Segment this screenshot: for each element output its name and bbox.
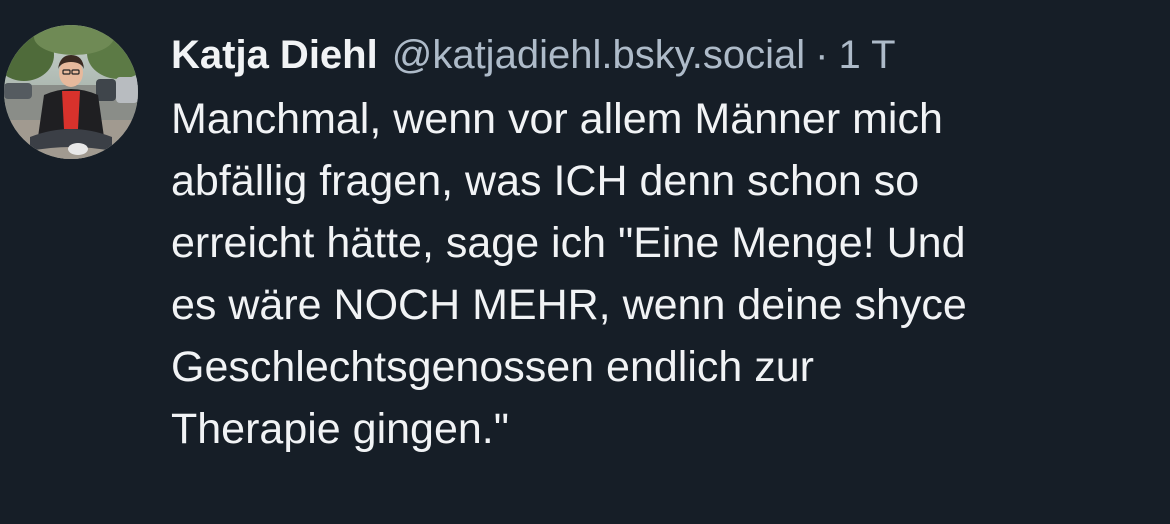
post-text-line: erreicht hätte, sage ich "Eine Menge! Un… [171, 219, 966, 267]
post-timestamp[interactable]: 1 T [838, 26, 895, 84]
author-avatar[interactable] [4, 25, 138, 159]
post-text-line: abfällig fragen, was ICH denn schon so [171, 157, 920, 205]
post-content: Katja Diehl @katjadiehl.bsky.social · 1 … [171, 26, 1141, 460]
post-header: Katja Diehl @katjadiehl.bsky.social · 1 … [171, 26, 1141, 84]
post-text: Manchmal, wenn vor allem Männer mich abf… [171, 88, 1141, 460]
post: Katja Diehl @katjadiehl.bsky.social · 1 … [0, 0, 1170, 524]
avatar-photo-icon [4, 25, 138, 159]
post-text-line: Therapie gingen." [171, 405, 509, 453]
post-text-line: Geschlechtsgenossen endlich zur [171, 343, 814, 391]
post-text-line: Manchmal, wenn vor allem Männer mich [171, 95, 943, 143]
post-text-line: es wäre NOCH MEHR, wenn deine shyce [171, 281, 967, 329]
author-display-name[interactable]: Katja Diehl [171, 26, 378, 84]
header-separator: · [815, 33, 829, 77]
author-handle[interactable]: @katjadiehl.bsky.social [392, 26, 805, 84]
